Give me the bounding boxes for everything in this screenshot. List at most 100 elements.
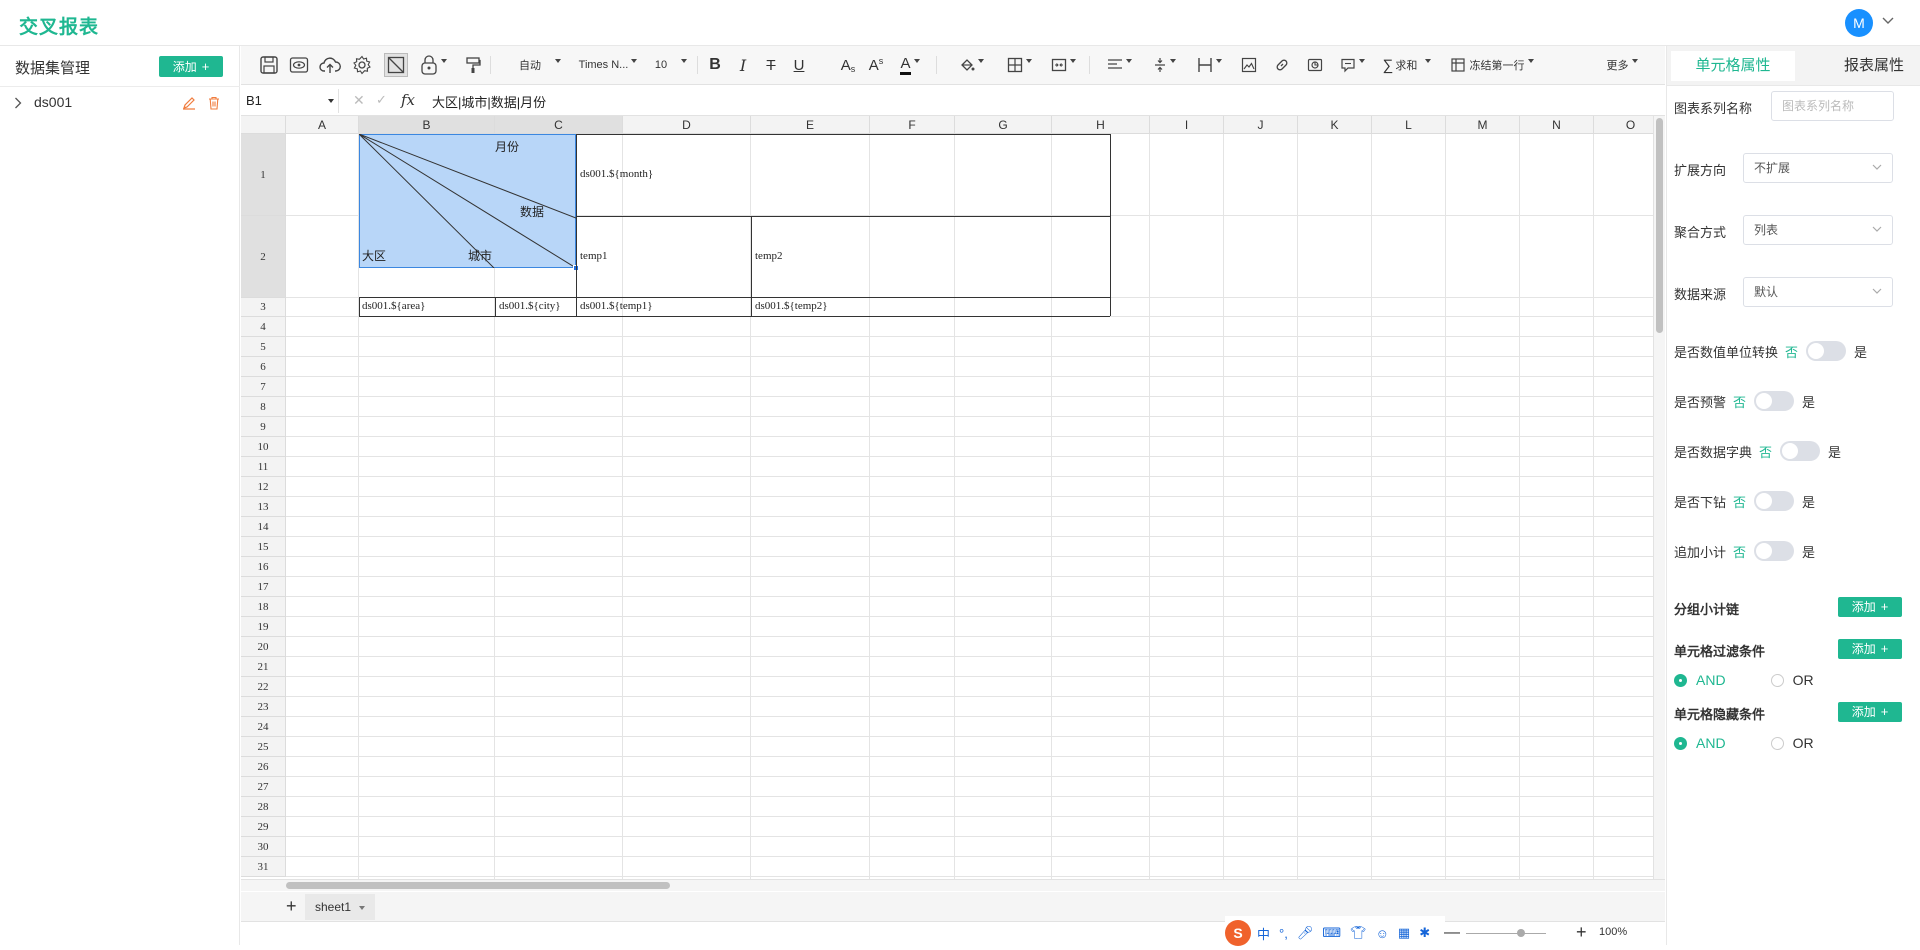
subscript-icon[interactable]: As	[837, 53, 859, 77]
row-header-9[interactable]: 9	[241, 417, 286, 437]
radio-or-label[interactable]: OR	[1793, 672, 1814, 688]
sheet-tab[interactable]: sheet1	[305, 894, 376, 920]
merge-cells-icon[interactable]	[1046, 53, 1080, 77]
add-hide-condition-button[interactable]: 添加 +	[1838, 702, 1902, 722]
cell-C3[interactable]: ds001.${city}	[499, 300, 561, 312]
expand-direction-select[interactable]: 不扩展	[1743, 153, 1893, 183]
row-header-16[interactable]: 16	[241, 557, 286, 577]
confirm-icon[interactable]: ✓	[376, 92, 387, 108]
font-color-icon[interactable]: A	[893, 53, 927, 77]
dataset-item[interactable]: ds001	[0, 86, 240, 118]
cell-reference-box[interactable]: B1	[243, 89, 339, 113]
spreadsheet-grid[interactable]: ABCDEFGHIJKLMNO 1 2 3 4 5 6 7 8 9 10 11 12 13 14 15 16 1…	[241, 116, 1653, 879]
cell-D2[interactable]: temp1	[580, 250, 608, 262]
select-all-corner[interactable]	[241, 116, 286, 134]
cell-E3[interactable]: ds001.${temp2}	[755, 300, 828, 312]
image-icon[interactable]	[1238, 53, 1260, 77]
row-header-8[interactable]: 8	[241, 397, 286, 417]
row-header-26[interactable]: 26	[241, 757, 286, 777]
cell-D1[interactable]: ds001.${month}	[580, 168, 653, 180]
radio-and[interactable]	[1674, 673, 1687, 687]
ime-punct[interactable]: °,	[1279, 926, 1288, 941]
emoji-icon[interactable]: ☺	[1376, 926, 1389, 941]
row-header-11[interactable]: 11	[241, 457, 286, 477]
column-header-K[interactable]: K	[1298, 116, 1372, 134]
row-header-1[interactable]: 1	[241, 134, 286, 216]
add-dataset-button[interactable]: 添加 +	[159, 56, 223, 77]
borders-icon[interactable]	[1002, 53, 1036, 77]
diagonal-border-icon[interactable]	[384, 53, 408, 77]
radio-and-label[interactable]: AND	[1696, 672, 1726, 688]
lock-icon[interactable]	[416, 53, 450, 77]
preview-icon[interactable]	[287, 53, 311, 77]
cell-D3[interactable]: ds001.${temp1}	[580, 300, 653, 312]
superscript-icon[interactable]: As	[865, 53, 887, 77]
font-size-select[interactable]: 10	[651, 53, 691, 77]
row-header-3[interactable]: 3	[241, 298, 286, 317]
zoom-slider-handle[interactable]	[1517, 929, 1525, 937]
font-size-mode-select[interactable]: 自动	[511, 53, 569, 77]
radio-and[interactable]	[1674, 736, 1687, 750]
row-header-20[interactable]: 20	[241, 637, 286, 657]
row-header-7[interactable]: 7	[241, 377, 286, 397]
row-header-4[interactable]: 4	[241, 317, 286, 337]
chevron-down-icon[interactable]	[359, 905, 366, 910]
series-name-input[interactable]: 图表系列名称	[1771, 91, 1894, 121]
settings-gear-icon[interactable]	[350, 53, 374, 77]
keyboard-icon[interactable]: ⌨	[1322, 925, 1341, 941]
align-left-icon[interactable]	[1102, 53, 1136, 77]
chevron-down-icon[interactable]	[1882, 17, 1894, 25]
row-header-27[interactable]: 27	[241, 777, 286, 797]
row-header-31[interactable]: 31	[241, 857, 286, 877]
comment-icon[interactable]	[1335, 53, 1369, 77]
radio-or-label[interactable]: OR	[1793, 735, 1814, 751]
cell-B3[interactable]: ds001.${area}	[362, 300, 425, 312]
column-header-I[interactable]: I	[1150, 116, 1224, 134]
row-header-15[interactable]: 15	[241, 537, 286, 557]
row-header-5[interactable]: 5	[241, 337, 286, 357]
tab-cell-properties[interactable]: 单元格属性	[1671, 51, 1795, 81]
horizontal-scrollbar[interactable]	[241, 879, 1665, 891]
format-painter-icon[interactable]	[463, 53, 483, 77]
column-header-O[interactable]: O	[1594, 116, 1653, 134]
row-header-12[interactable]: 12	[241, 477, 286, 497]
row-header-14[interactable]: 14	[241, 517, 286, 537]
fill-color-icon[interactable]	[954, 53, 988, 77]
save-icon[interactable]	[257, 53, 281, 77]
chevron-right-icon[interactable]	[14, 97, 22, 109]
zoom-out-button[interactable]: —	[1444, 924, 1460, 942]
zoom-slider[interactable]	[1466, 933, 1546, 934]
row-header-22[interactable]: 22	[241, 677, 286, 697]
cell-E2[interactable]: temp2	[755, 250, 783, 262]
row-header-18[interactable]: 18	[241, 597, 286, 617]
column-width-icon[interactable]	[1192, 53, 1226, 77]
underline-icon[interactable]: U	[788, 53, 810, 77]
user-avatar[interactable]: M	[1845, 9, 1873, 37]
data-source-select[interactable]: 默认	[1743, 277, 1893, 307]
column-header-C[interactable]: C	[495, 116, 623, 134]
cancel-icon[interactable]: ✕	[353, 92, 365, 109]
column-header-N[interactable]: N	[1520, 116, 1594, 134]
sogou-logo-icon[interactable]: S	[1225, 920, 1251, 946]
chart-icon[interactable]	[1304, 53, 1326, 77]
bold-icon[interactable]: B	[704, 53, 726, 77]
column-header-H[interactable]: H	[1052, 116, 1150, 134]
row-header-21[interactable]: 21	[241, 657, 286, 677]
radio-or[interactable]	[1770, 673, 1784, 687]
column-header-B[interactable]: B	[359, 116, 495, 134]
ime-lang[interactable]: 中	[1257, 924, 1270, 943]
column-header-M[interactable]: M	[1446, 116, 1520, 134]
column-header-A[interactable]: A	[286, 116, 359, 134]
row-header-30[interactable]: 30	[241, 837, 286, 857]
add-group-subtotal-button[interactable]: 添加 +	[1838, 597, 1902, 617]
radio-and-label[interactable]: AND	[1696, 735, 1726, 751]
horizontal-scroll-thumb[interactable]	[286, 882, 670, 889]
edit-icon[interactable]	[182, 96, 196, 110]
ime-settings-icon[interactable]: ✱	[1419, 925, 1430, 941]
row-header-29[interactable]: 29	[241, 817, 286, 837]
sum-function-button[interactable]: ∑ 求和	[1378, 53, 1436, 77]
row-header-25[interactable]: 25	[241, 737, 286, 757]
link-icon[interactable]	[1271, 53, 1293, 77]
row-header-28[interactable]: 28	[241, 797, 286, 817]
freeze-first-row-button[interactable]: 冻结第一行	[1444, 53, 1540, 77]
